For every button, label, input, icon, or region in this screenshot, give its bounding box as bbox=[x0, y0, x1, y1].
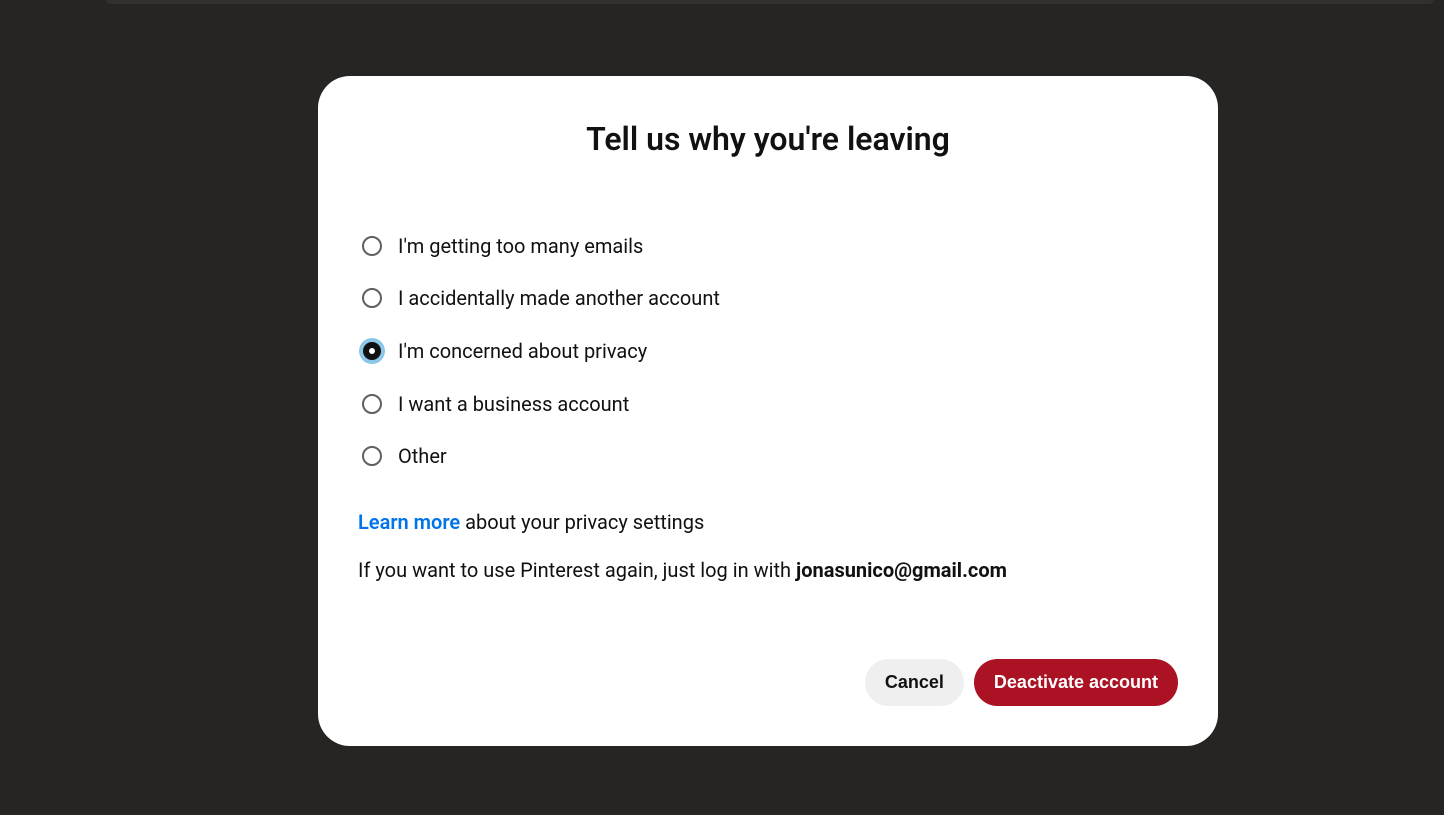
radio-option-emails[interactable]: I'm getting too many emails bbox=[362, 234, 1178, 258]
login-email: jonasunico@gmail.com bbox=[796, 558, 1007, 582]
info-section: Learn more about your privacy settings I… bbox=[358, 510, 1178, 582]
radio-icon bbox=[362, 288, 382, 308]
radio-label: I want a business account bbox=[398, 392, 629, 416]
top-bar-shadow bbox=[106, 0, 1434, 4]
login-info-prefix: If you want to use Pinterest again, just… bbox=[358, 558, 796, 582]
modal-title: Tell us why you're leaving bbox=[358, 120, 1178, 158]
radio-option-business[interactable]: I want a business account bbox=[362, 392, 1178, 416]
radio-icon bbox=[362, 236, 382, 256]
radio-label: I'm getting too many emails bbox=[398, 234, 643, 258]
deactivate-button[interactable]: Deactivate account bbox=[974, 659, 1178, 706]
button-row: Cancel Deactivate account bbox=[358, 659, 1178, 714]
privacy-info-suffix: about your privacy settings bbox=[460, 510, 704, 534]
cancel-button[interactable]: Cancel bbox=[865, 659, 964, 706]
radio-icon-selected bbox=[359, 338, 385, 364]
login-info-line: If you want to use Pinterest again, just… bbox=[358, 558, 1178, 582]
learn-more-link[interactable]: Learn more bbox=[358, 510, 460, 534]
radio-icon bbox=[362, 394, 382, 414]
radio-label: I accidentally made another account bbox=[398, 286, 720, 310]
radio-label: I'm concerned about privacy bbox=[398, 339, 647, 363]
privacy-info-line: Learn more about your privacy settings bbox=[358, 510, 1178, 534]
radio-option-other[interactable]: Other bbox=[362, 444, 1178, 468]
deactivate-modal: Tell us why you're leaving I'm getting t… bbox=[318, 76, 1218, 746]
radio-icon bbox=[362, 446, 382, 466]
reason-radio-group: I'm getting too many emails I accidental… bbox=[358, 234, 1178, 468]
radio-option-privacy[interactable]: I'm concerned about privacy bbox=[362, 338, 1178, 364]
radio-option-another-account[interactable]: I accidentally made another account bbox=[362, 286, 1178, 310]
radio-label: Other bbox=[398, 444, 447, 468]
